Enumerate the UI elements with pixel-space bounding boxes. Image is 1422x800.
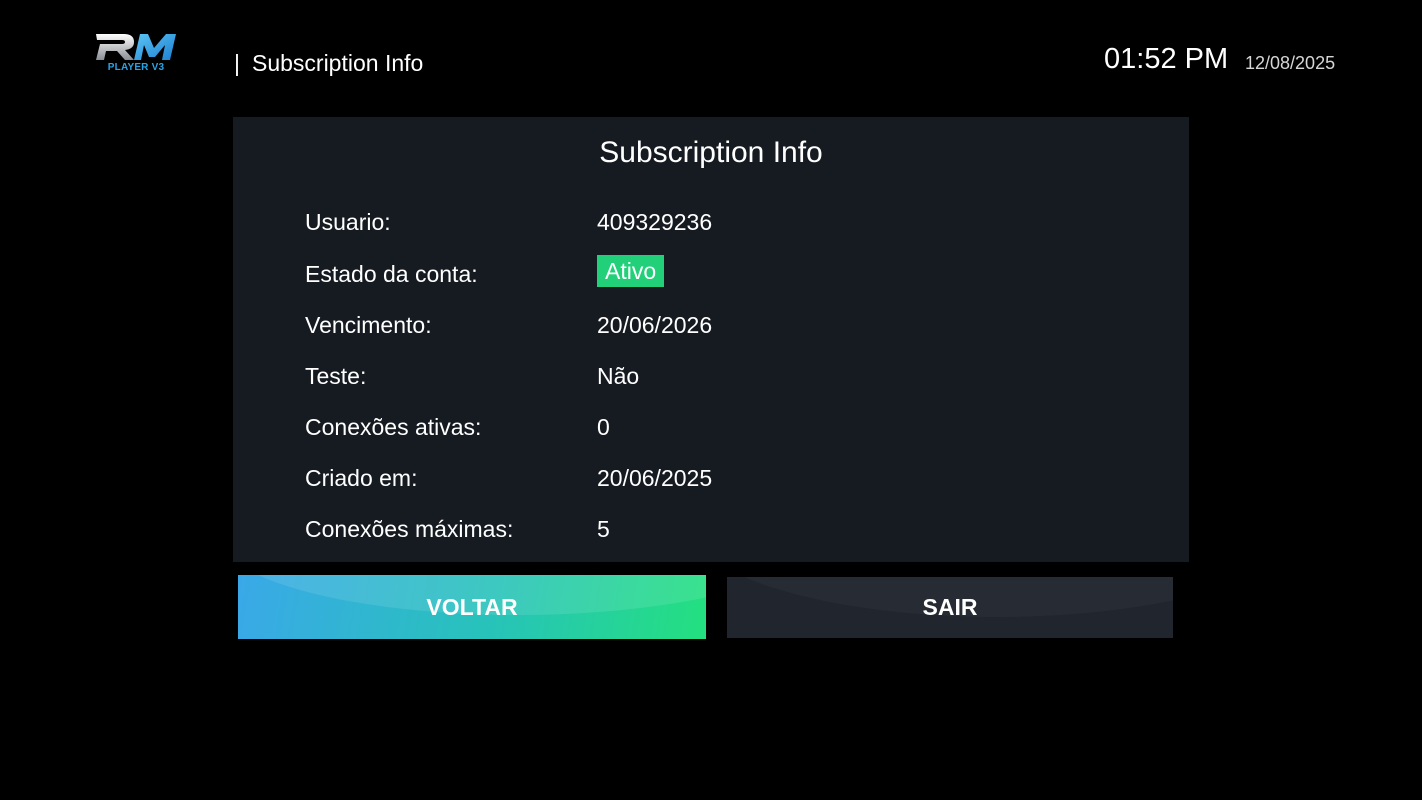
row-value: 20/06/2025 xyxy=(597,465,713,491)
back-button[interactable]: VOLTAR xyxy=(238,575,706,639)
status-badge: Ativo xyxy=(597,255,665,287)
row-label: Estado da conta: xyxy=(305,261,478,287)
row-value: 409329236 xyxy=(597,209,713,235)
title-separator: | xyxy=(234,50,240,76)
page-title: | Subscription Info xyxy=(234,50,423,77)
row-value: 5 xyxy=(597,516,610,542)
row-label: Usuario: xyxy=(305,209,391,235)
exit-button[interactable]: SAIR xyxy=(727,577,1173,638)
info-row-active-connections: Conexões ativas: 0 xyxy=(305,408,1005,442)
row-label: Teste: xyxy=(305,363,367,389)
exit-button-label: SAIR xyxy=(922,594,978,620)
logo-subtitle: PLAYER V3 xyxy=(107,62,165,73)
app-logo: PLAYER V3 xyxy=(94,30,178,78)
row-label: Conexões ativas: xyxy=(305,414,482,440)
row-label: Conexões máximas: xyxy=(305,516,514,542)
info-row-max-connections: Conexões máximas: 5 xyxy=(305,510,1005,544)
info-row-trial: Teste: Não xyxy=(305,357,1005,391)
subscription-info-screen: PLAYER V3 | Subscription Info 01:52 PM 12… xyxy=(0,0,1422,800)
info-row-expiration: Vencimento: 20/06/2026 xyxy=(305,306,1005,340)
row-value: 20/06/2026 xyxy=(597,312,713,338)
row-label: Vencimento: xyxy=(305,312,432,338)
row-label: Criado em: xyxy=(305,465,418,491)
clock-date: 12/08/2025 xyxy=(1245,53,1336,73)
row-value: Não xyxy=(597,363,640,389)
info-row-account-status: Estado da conta: Ativo xyxy=(305,255,1005,289)
page-title-text: Subscription Info xyxy=(251,50,424,76)
row-value: 0 xyxy=(597,414,610,440)
clock-time: 01:52 PM xyxy=(1104,43,1229,75)
info-row-user: Usuario: 409329236 xyxy=(305,203,1005,237)
info-row-created: Criado em: 20/06/2025 xyxy=(305,459,1005,493)
back-button-label: VOLTAR xyxy=(426,594,518,620)
panel-title: Subscription Info xyxy=(599,136,823,169)
